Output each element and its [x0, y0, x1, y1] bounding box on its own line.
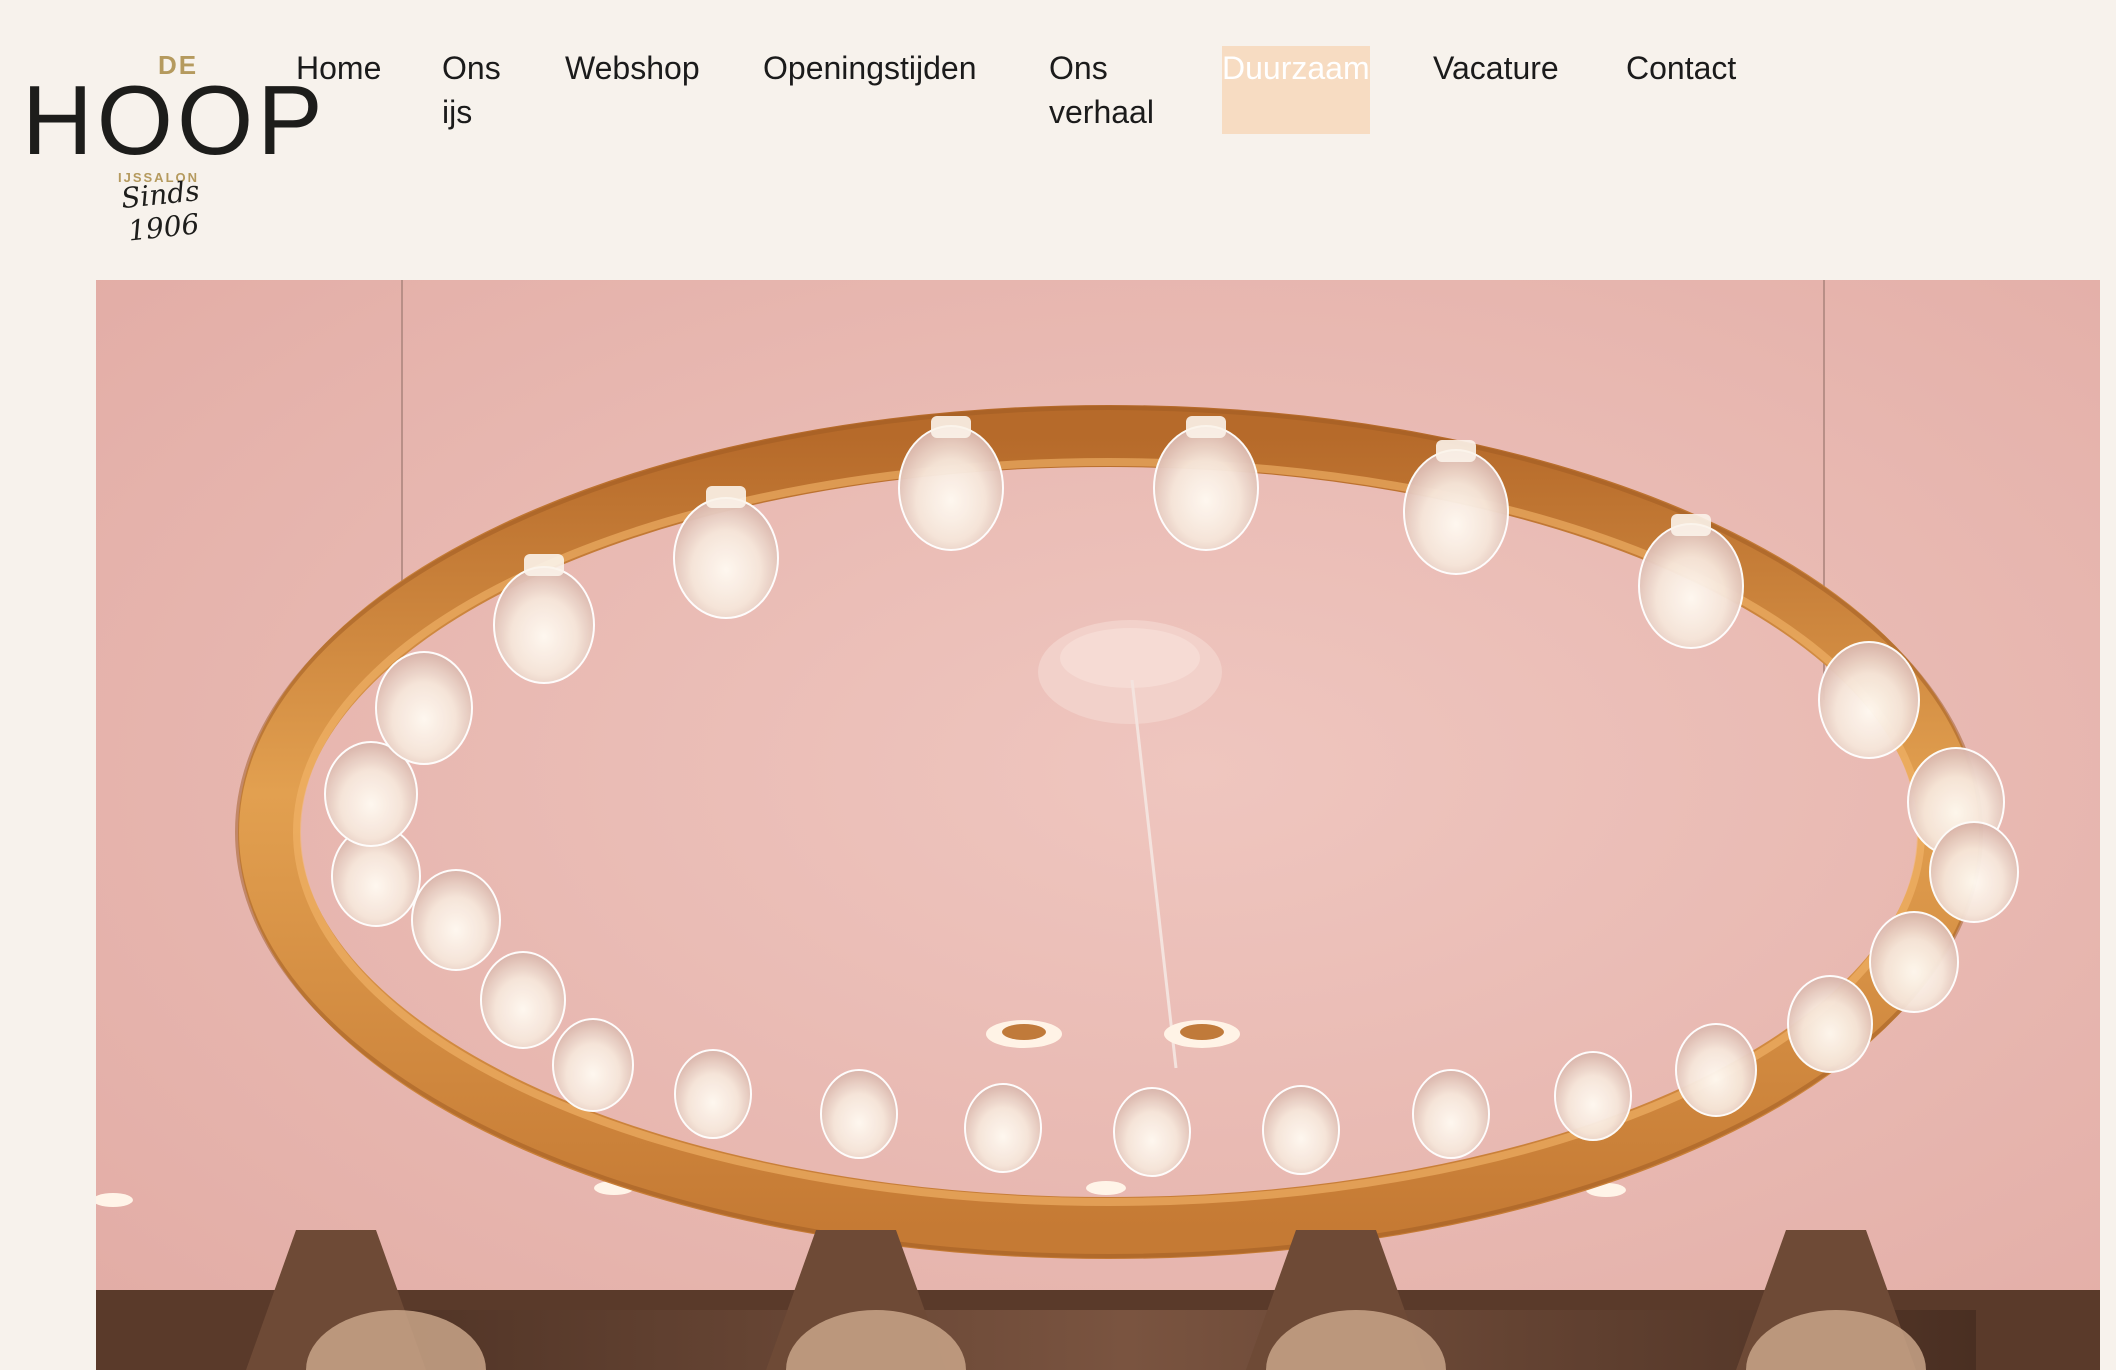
nav-item-webshop[interactable]: Webshop: [565, 46, 715, 90]
nav-item-vacature[interactable]: Vacature: [1433, 46, 1573, 90]
nav-item-home[interactable]: Home: [296, 46, 396, 90]
main-navigation: Home Ons ijs Webshop Openingstijden Ons …: [0, 0, 2116, 200]
nav-item-duurzaam[interactable]: Duurzaam: [1222, 46, 1370, 134]
nav-item-openingstijden[interactable]: Openingstijden: [763, 46, 1013, 90]
hero-image: [96, 280, 2100, 1370]
nav-item-contact[interactable]: Contact: [1626, 46, 1746, 90]
nav-item-ons-ijs[interactable]: Ons ijs: [442, 46, 512, 134]
chandelier-photo: [96, 280, 2100, 1370]
nav-item-ons-verhaal[interactable]: Ons verhaal: [1049, 46, 1169, 134]
